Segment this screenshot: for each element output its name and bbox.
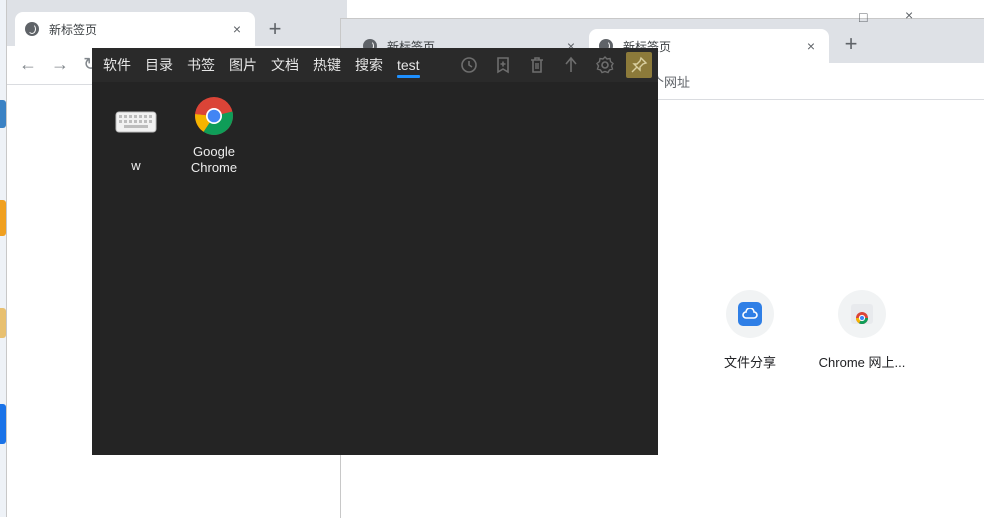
launcher-topbar: 软件 目录 书签 图片 文档 热键 搜索 test [92,48,658,82]
tab-strip: 新标签页 × + [7,0,347,46]
shortcut-label: Chrome 网上... [818,355,906,370]
chrome-webstore-icon [851,304,873,324]
history-icon[interactable] [456,52,482,78]
add-bookmark-icon[interactable] [490,52,516,78]
menu-item-hotkeys[interactable]: 热键 [308,48,346,82]
pin-icon[interactable] [626,52,652,78]
launcher-item-label: Google Chrome [190,144,238,175]
launcher-item-google-chrome[interactable]: Google Chrome [176,94,252,176]
menu-item-documents[interactable]: 文档 [266,48,304,82]
menu-item-images[interactable]: 图片 [224,48,262,82]
new-tab-button[interactable]: + [263,18,287,42]
new-tab-button[interactable]: + [839,33,863,57]
chrome-icon [195,97,233,135]
menu-item-software[interactable]: 软件 [98,48,136,82]
tab-new-tab[interactable]: 新标签页 × [15,12,255,46]
shortcut-chrome-webstore[interactable]: Chrome 网上... [812,290,912,371]
shortcut-file-share[interactable]: 文件分享 [700,290,800,371]
menu-item-search[interactable]: 搜索 [350,48,388,82]
shortcut-label: 文件分享 [723,355,776,370]
menu-item-bookmarks[interactable]: 书签 [182,48,220,82]
close-window-icon[interactable]: × [905,7,913,23]
up-arrow-icon[interactable] [558,52,584,78]
launcher-item-label: w [131,158,141,173]
settings-icon[interactable] [592,52,618,78]
launcher-menu: 软件 目录 书签 图片 文档 热键 搜索 test [98,48,429,82]
close-icon[interactable]: × [803,38,819,54]
launcher-toolbar [448,52,652,78]
globe-icon [25,22,39,36]
maximize-icon[interactable]: □ [859,9,867,25]
launcher-panel: 软件 目录 书签 图片 文档 热键 搜索 test w Google Chrom… [92,48,658,455]
tab-title: 新标签页 [49,22,98,37]
menu-item-directory[interactable]: 目录 [140,48,178,82]
close-icon[interactable]: × [229,21,245,37]
cloud-share-icon [738,302,762,326]
forward-arrow-icon[interactable]: → [51,54,69,75]
back-arrow-icon[interactable]: ← [19,54,37,75]
launcher-item-keyboard[interactable]: w [98,100,174,174]
trash-icon[interactable] [524,52,550,78]
menu-item-test[interactable]: test [392,48,425,82]
keyboard-icon [115,111,157,133]
